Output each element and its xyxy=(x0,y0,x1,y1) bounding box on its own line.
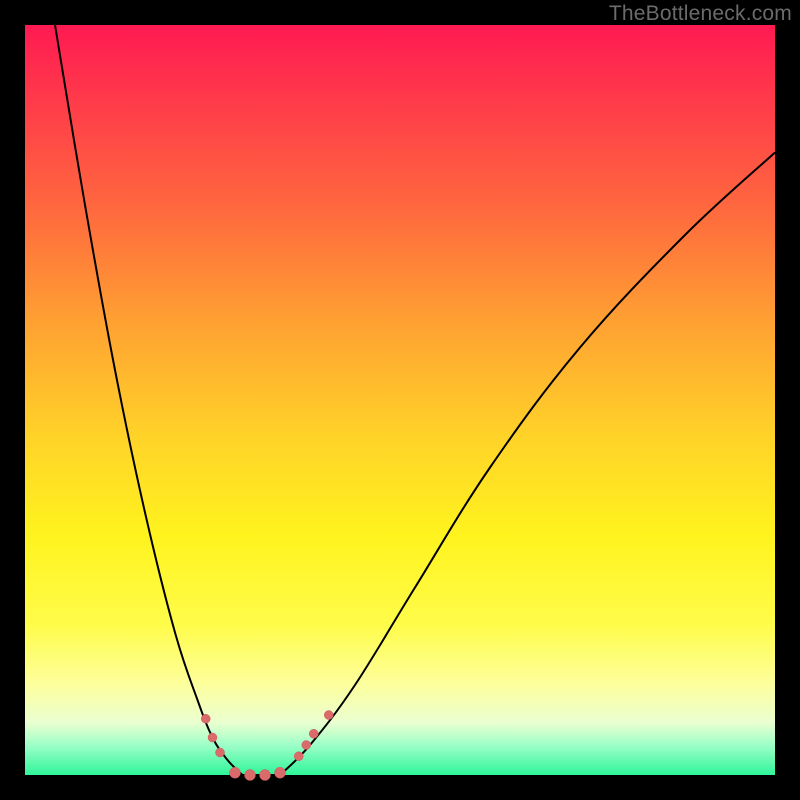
curve-layer xyxy=(55,25,775,777)
threshold-marker xyxy=(275,767,286,778)
threshold-marker xyxy=(245,770,256,781)
threshold-marker xyxy=(208,733,217,742)
threshold-marker xyxy=(294,752,303,761)
threshold-marker xyxy=(216,748,225,757)
threshold-marker xyxy=(230,767,241,778)
threshold-marker xyxy=(302,741,311,750)
threshold-marker xyxy=(201,714,210,723)
threshold-marker xyxy=(309,729,318,738)
plot-area xyxy=(25,25,775,775)
bottleneck-curve xyxy=(55,25,775,777)
marker-layer xyxy=(201,711,333,781)
threshold-marker xyxy=(324,711,333,720)
threshold-marker xyxy=(260,770,271,781)
chart-frame: TheBottleneck.com xyxy=(0,0,800,800)
watermark-text: TheBottleneck.com xyxy=(609,2,792,26)
chart-svg xyxy=(25,25,775,775)
